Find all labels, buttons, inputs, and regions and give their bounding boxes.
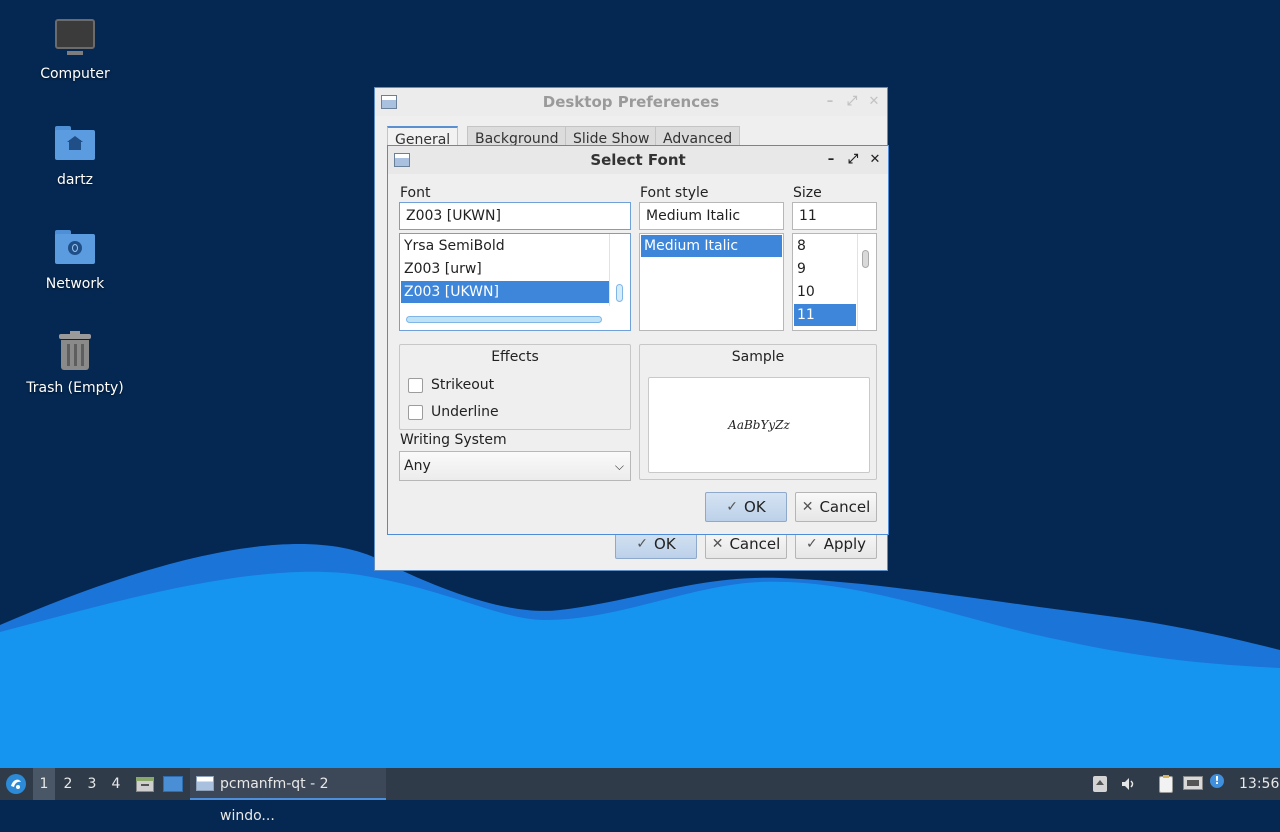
horizontal-scrollbar-handle[interactable]: [406, 316, 602, 323]
font-style-label: Font style: [640, 185, 709, 201]
chevron-down-icon: ⌵: [614, 459, 624, 473]
desktop-icon-label: dartz: [56, 172, 94, 188]
prefs-apply-label: Apply: [823, 535, 867, 553]
list-item-selected[interactable]: Medium Italic: [641, 235, 782, 257]
close-icon[interactable]: ✕: [867, 95, 881, 109]
close-icon[interactable]: ✕: [868, 153, 882, 167]
list-item-selected[interactable]: 11: [794, 304, 856, 326]
list-item[interactable]: 9: [794, 258, 856, 280]
checkmark-icon: ✓: [726, 499, 739, 515]
vertical-scrollbar-handle[interactable]: [862, 250, 869, 268]
size-label: Size: [793, 185, 822, 201]
window-app-icon: [381, 95, 397, 109]
writing-system-value: Any: [404, 458, 431, 474]
font-size-input[interactable]: 11: [792, 202, 877, 230]
font-dialog-titlebar[interactable]: Select Font – ⤢ ✕: [388, 146, 888, 174]
start-menu-button[interactable]: [4, 768, 28, 800]
window-app-icon: [196, 776, 214, 791]
effects-group: Effects Strikeout Underline: [399, 344, 631, 430]
lxqt-logo-icon: [6, 774, 26, 794]
show-desktop-icon[interactable]: [163, 776, 183, 792]
list-item[interactable]: 8: [794, 235, 856, 257]
desktop-icon-trash[interactable]: Trash (Empty): [15, 330, 135, 396]
prefs-titlebar[interactable]: Desktop Preferences – ⤢ ✕: [375, 88, 887, 116]
cancel-x-icon: ✕: [711, 536, 724, 552]
desktop-icon-computer[interactable]: Computer: [15, 16, 135, 82]
effects-title: Effects: [491, 349, 539, 365]
font-name-input[interactable]: Z003 [UKWN]: [399, 202, 631, 230]
prefs-window-title: Desktop Preferences: [542, 93, 720, 111]
cancel-x-icon: ✕: [801, 499, 814, 515]
list-item[interactable]: Z003 [urw]: [401, 258, 609, 280]
list-divider: [609, 234, 610, 306]
font-list[interactable]: Yrsa SemiBold Z003 [urw] Z003 [UKWN]: [399, 233, 631, 331]
file-manager-launcher-icon[interactable]: [136, 775, 154, 793]
desktop-icon-label: Computer: [40, 66, 110, 82]
underline-checkbox-row[interactable]: Underline: [408, 404, 499, 420]
minimize-icon[interactable]: –: [823, 95, 837, 109]
workspace-2[interactable]: 2: [57, 768, 79, 800]
font-cancel-button[interactable]: ✕ Cancel: [795, 492, 877, 522]
underline-label: Underline: [431, 404, 499, 420]
taskbar: 1 2 3 4 pcmanfm-qt - 2 windo... ! 13:56: [0, 768, 1280, 824]
workspace-4[interactable]: 4: [105, 768, 127, 800]
window-app-icon: [394, 153, 410, 167]
list-divider: [857, 234, 858, 330]
font-ok-button[interactable]: ✓ OK: [705, 492, 787, 522]
maximize-icon[interactable]: ⤢: [846, 153, 860, 167]
sample-group: Sample AaBbYyZz: [639, 344, 877, 480]
network-folder-icon: [53, 226, 97, 270]
writing-system-label: Writing System: [400, 432, 507, 448]
font-ok-label: OK: [744, 498, 766, 516]
monitor-icon: [53, 16, 97, 60]
font-dialog-title: Select Font: [590, 151, 686, 169]
font-cancel-label: Cancel: [819, 498, 871, 516]
clock[interactable]: 13:56: [1239, 768, 1279, 800]
font-style-list[interactable]: Medium Italic: [639, 233, 784, 331]
vertical-scrollbar-handle[interactable]: [616, 284, 623, 302]
underline-checkbox[interactable]: [408, 404, 423, 420]
minimize-icon[interactable]: –: [824, 153, 838, 167]
sample-title: Sample: [731, 349, 785, 365]
notification-icon[interactable]: !: [1210, 774, 1228, 790]
desktop-icon-network[interactable]: Network: [15, 226, 135, 292]
workspace-1[interactable]: 1: [33, 768, 55, 800]
desktop-icon-label: Trash (Empty): [26, 380, 124, 396]
desktop-icon-home[interactable]: dartz: [15, 122, 135, 188]
prefs-cancel-label: Cancel: [729, 535, 781, 553]
task-label: pcmanfm-qt - 2 windo...: [220, 776, 329, 824]
font-style-input[interactable]: Medium Italic: [639, 202, 784, 230]
volume-icon[interactable]: [1120, 776, 1136, 792]
sample-text: AaBbYyZz: [728, 418, 790, 432]
taskbar-task-pcmanfm[interactable]: pcmanfm-qt - 2 windo...: [190, 768, 386, 824]
network-status-icon[interactable]: [1183, 776, 1203, 792]
list-item-selected[interactable]: Z003 [UKWN]: [401, 281, 609, 303]
strikeout-checkbox[interactable]: [408, 377, 423, 393]
font-size-list[interactable]: 8 9 10 11: [792, 233, 877, 331]
select-font-dialog: Select Font – ⤢ ✕ Font Z003 [UKWN] Yrsa …: [387, 145, 889, 535]
clipboard-icon[interactable]: [1157, 775, 1175, 793]
sample-preview: AaBbYyZz: [648, 377, 870, 473]
tray-expand-icon[interactable]: [1092, 776, 1108, 792]
trash-icon: [53, 330, 97, 374]
checkmark-icon: ✓: [805, 536, 818, 552]
strikeout-checkbox-row[interactable]: Strikeout: [408, 377, 494, 393]
prefs-ok-label: OK: [654, 535, 676, 553]
maximize-icon[interactable]: ⤢: [845, 95, 859, 109]
checkmark-icon: ✓: [636, 536, 649, 552]
writing-system-select[interactable]: Any ⌵: [399, 451, 631, 481]
strikeout-label: Strikeout: [431, 377, 495, 393]
list-item[interactable]: 10: [794, 281, 856, 303]
font-label: Font: [400, 185, 431, 201]
workspace-3[interactable]: 3: [81, 768, 103, 800]
desktop-icon-label: Network: [45, 276, 105, 292]
list-item[interactable]: Yrsa SemiBold: [401, 235, 609, 257]
home-folder-icon: [53, 122, 97, 166]
